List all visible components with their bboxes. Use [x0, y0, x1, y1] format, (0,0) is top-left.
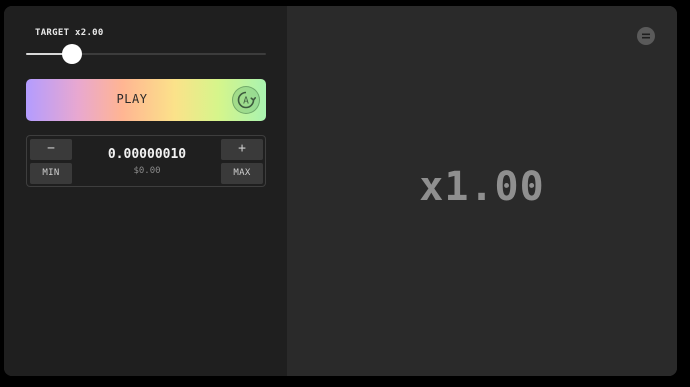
autoplay-button[interactable]: A	[232, 86, 260, 114]
target-label: TARGET x2.00	[35, 28, 104, 38]
play-label: PLAY	[116, 92, 148, 106]
increment-button[interactable]: +	[221, 139, 263, 160]
menu-icon	[642, 33, 650, 39]
autoplay-letter: A	[243, 96, 249, 107]
game-window: TARGET x2.00 PLAY A − MIN 0.00000010 $0.…	[4, 6, 677, 376]
bet-amount-box: − MIN 0.00000010 $0.00 + MAX	[26, 135, 266, 187]
max-button[interactable]: MAX	[221, 163, 263, 184]
autoplay-icon: A	[237, 91, 256, 109]
play-button[interactable]: PLAY A	[26, 79, 266, 121]
control-panel: TARGET x2.00 PLAY A − MIN 0.00000010 $0.…	[4, 6, 287, 376]
decrement-button[interactable]: −	[30, 139, 72, 160]
bet-usd-value: $0.00	[133, 166, 161, 176]
slider-thumb[interactable]	[62, 44, 82, 64]
game-display: x1.00	[287, 6, 677, 376]
bet-amount-value[interactable]: 0.00000010	[77, 147, 217, 162]
multiplier-display: x1.00	[419, 164, 545, 210]
target-slider[interactable]	[26, 44, 266, 64]
menu-button[interactable]	[637, 27, 655, 45]
min-button[interactable]: MIN	[30, 163, 72, 184]
